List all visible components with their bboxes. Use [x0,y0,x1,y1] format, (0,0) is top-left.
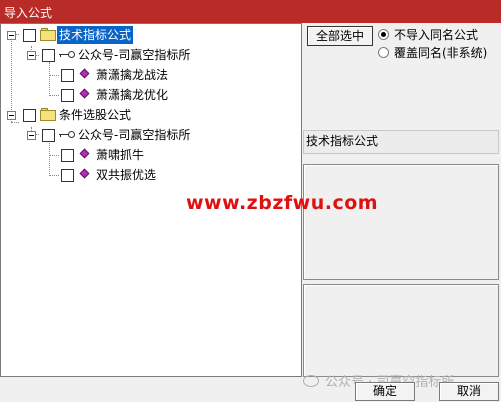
tree-author-label: 公众号-司赢空指标所 [78,48,191,62]
checkbox[interactable] [61,169,74,182]
option-label: 覆盖同名(非系统) [394,46,488,60]
ok-button[interactable]: 确定 [355,382,415,401]
tree-group-screening[interactable]: 条件选股公式 [1,106,301,124]
tree-formula-label: 萧潇擒龙优化 [96,88,169,102]
collapse-toggle[interactable] [7,111,16,120]
tree-formula-label: 萧潇擒龙战法 [96,68,169,82]
formula-icon [79,68,90,80]
tree-author-label: 公众号-司赢空指标所 [78,128,191,142]
select-all-button[interactable]: 全部选中 [307,26,373,46]
tree-formula-item[interactable]: 萧潇擒龙战法 [1,66,301,84]
tree-author-node[interactable]: 公众号-司赢空指标所 [1,126,301,144]
tree-author-node[interactable]: 公众号-司赢空指标所 [1,46,301,64]
key-icon [59,130,75,140]
formula-info-panel [303,164,499,280]
radio-button[interactable] [378,47,389,58]
tree-group-label: 条件选股公式 [59,108,132,122]
collapse-toggle[interactable] [27,51,36,60]
title-bar: 导入公式 [0,0,501,23]
tree-group-technical[interactable]: 技术指标公式 [1,26,301,44]
tree-formula-item[interactable]: 萧啸抓牛 [1,146,301,164]
checkbox[interactable] [61,149,74,162]
checkbox[interactable] [42,129,55,142]
window-title: 导入公式 [4,6,53,20]
folder-icon [40,108,56,121]
category-label: 技术指标公式 [303,130,499,154]
site-watermark: www.zbzfwu.com [186,192,379,214]
checkbox[interactable] [61,69,74,82]
cancel-button[interactable]: 取消 [439,382,499,401]
checkbox[interactable] [61,89,74,102]
tree-formula-item[interactable]: 双共振优选 [1,166,301,184]
checkbox[interactable] [23,109,36,122]
formula-icon [79,88,90,100]
tree-formula-label: 萧啸抓牛 [96,148,145,162]
formula-description-panel [303,284,499,377]
collapse-toggle[interactable] [7,31,16,40]
checkbox[interactable] [42,49,55,62]
tree-formula-item[interactable]: 萧潇擒龙优化 [1,86,301,104]
formula-icon [79,148,90,160]
tree-formula-label: 双共振优选 [96,168,157,182]
radio-button[interactable] [378,29,389,40]
tree-group-label: 技术指标公式 [57,26,134,44]
import-formula-dialog: 技术指标公式 公众号-司赢空指标所 萧潇擒龙战法 萧潇擒龙优化 条件选股公式 公… [0,23,501,402]
key-icon [59,50,75,60]
folder-icon [40,28,56,41]
wechat-icon [303,375,319,387]
option-label: 不导入同名公式 [394,28,479,42]
checkbox[interactable] [23,29,36,42]
formula-icon [79,168,90,180]
collapse-toggle[interactable] [27,131,36,140]
